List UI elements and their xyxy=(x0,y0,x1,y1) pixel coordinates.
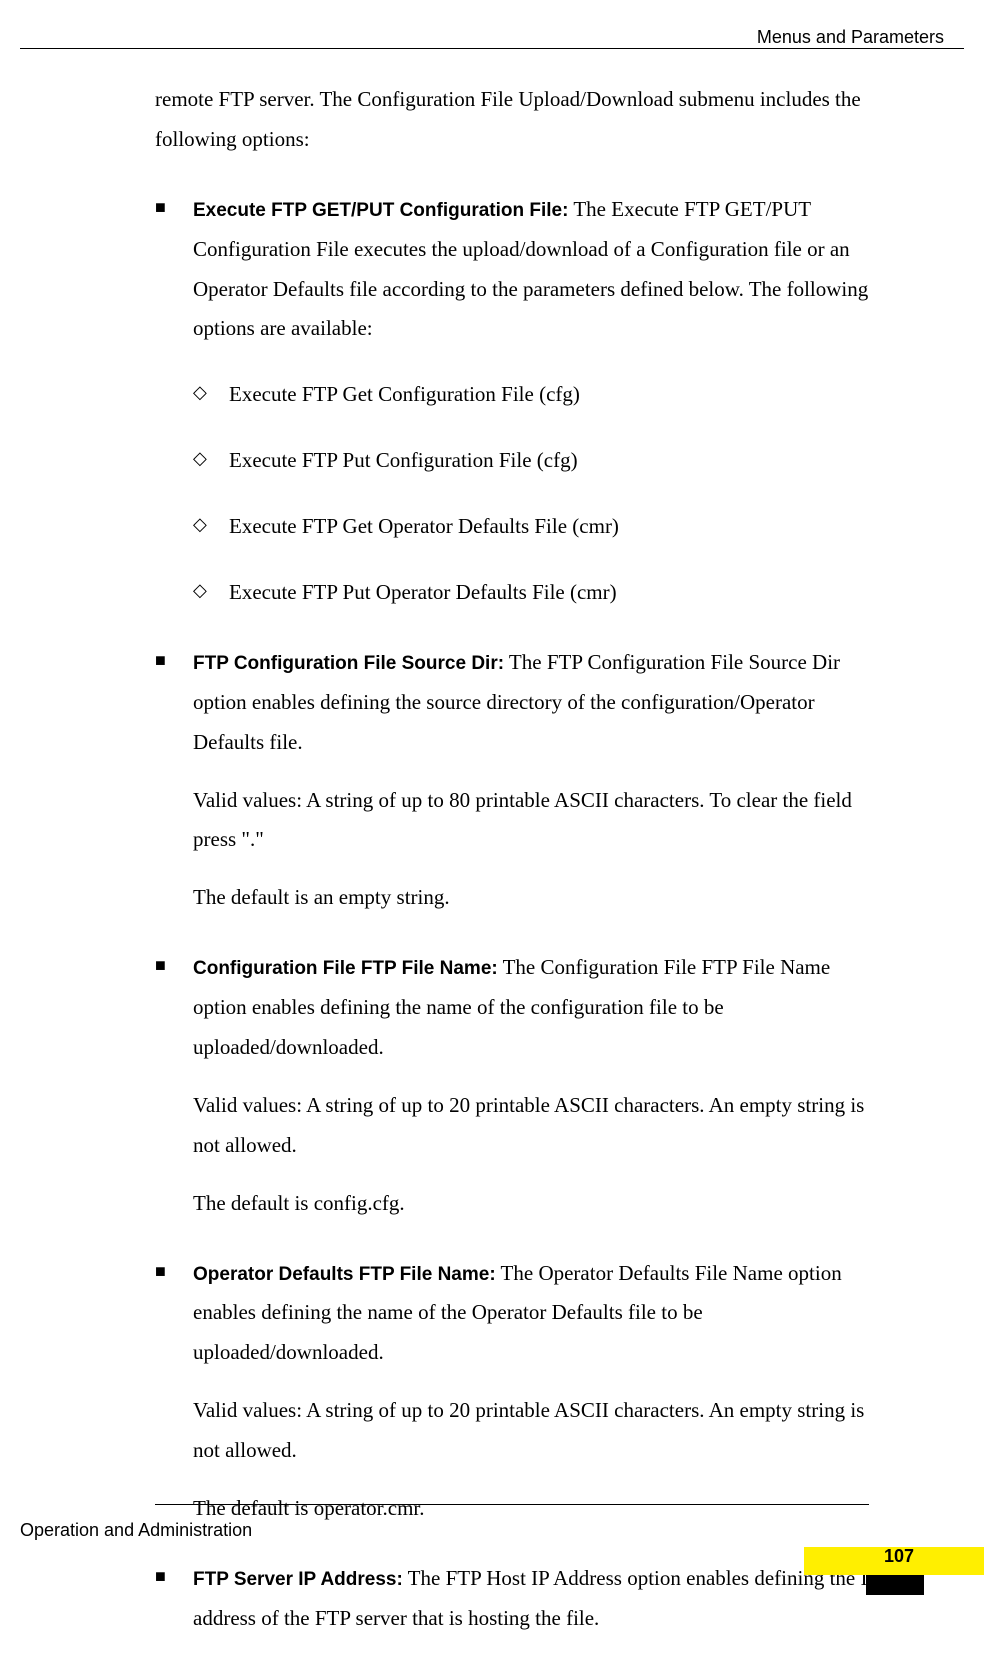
bullet-item-5: FTP Server IP Address: The FTP Host IP A… xyxy=(155,1559,879,1639)
header-rule xyxy=(20,48,964,49)
footer-rule xyxy=(155,1504,869,1505)
bullet-title: Operator Defaults FTP File Name: xyxy=(193,1264,496,1285)
bullet-para: The default is config.cfg. xyxy=(193,1184,879,1224)
page-number: 107 xyxy=(884,1539,914,1573)
footer-area: Operation and Administration xyxy=(20,1504,964,1547)
bullet-item-1: Execute FTP GET/PUT Configuration File: … xyxy=(155,190,879,613)
sub-item: Execute FTP Get Operator Defaults File (… xyxy=(193,507,879,547)
intro-paragraph: remote FTP server. The Configuration Fil… xyxy=(155,80,879,160)
bullet-title: FTP Server IP Address: xyxy=(193,1569,403,1590)
sub-item: Execute FTP Put Operator Defaults File (… xyxy=(193,573,879,613)
sub-item: Execute FTP Get Configuration File (cfg) xyxy=(193,375,879,415)
bullet-para: The default is an empty string. xyxy=(193,878,879,918)
header-text: Menus and Parameters xyxy=(757,20,944,54)
content-area: remote FTP server. The Configuration Fil… xyxy=(155,80,879,1669)
bullet-para: Valid values: A string of up to 20 print… xyxy=(193,1391,879,1471)
bullet-item-2: FTP Configuration File Source Dir: The F… xyxy=(155,643,879,918)
bullet-title: FTP Configuration File Source Dir: xyxy=(193,653,504,674)
black-box xyxy=(866,1575,924,1595)
page-number-area: 107 xyxy=(804,1547,984,1595)
bullet-title: Configuration File FTP File Name: xyxy=(193,958,498,979)
bullet-title: Execute FTP GET/PUT Configuration File: xyxy=(193,200,568,221)
bullet-item-3: Configuration File FTP File Name: The Co… xyxy=(155,948,879,1223)
footer-text: Operation and Administration xyxy=(20,1513,964,1547)
bullet-item-4: Operator Defaults FTP File Name: The Ope… xyxy=(155,1254,879,1529)
sub-item: Execute FTP Put Configuration File (cfg) xyxy=(193,441,879,481)
bullet-para: Valid values: A string of up to 80 print… xyxy=(193,781,879,861)
bullet-para: Valid values: A string of up to 20 print… xyxy=(193,1086,879,1166)
